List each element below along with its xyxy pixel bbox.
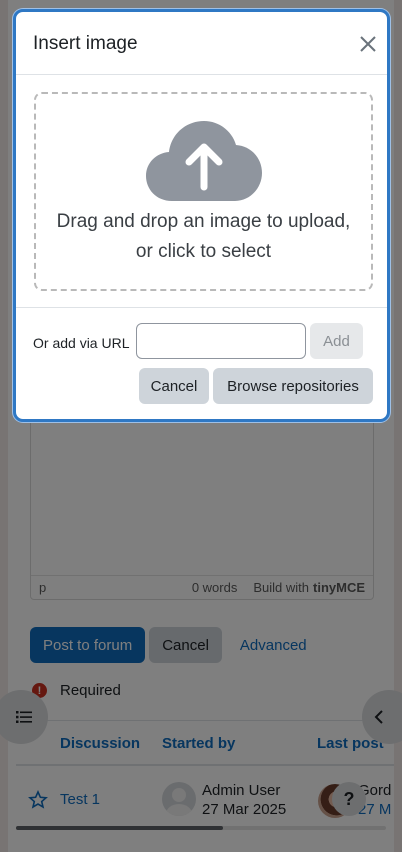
add-url-button[interactable]: Add [310,323,363,359]
browse-repositories-button[interactable]: Browse repositories [213,368,373,404]
modal-header: Insert image [16,12,387,75]
upload-dropzone[interactable]: Drag and drop an image to upload, or cli… [34,92,373,291]
url-label: Or add via URL [33,335,130,351]
close-icon[interactable] [357,33,379,55]
dropzone-instruction-line2: or click to select [135,241,272,262]
dropzone-instruction-line1: Drag and drop an image to upload, [56,211,351,232]
modal-cancel-button[interactable]: Cancel [139,368,209,404]
cloud-upload-icon [146,121,262,201]
modal-title: Insert image [33,33,138,54]
image-url-input[interactable] [136,323,306,359]
insert-image-dialog: Insert image Drag and drop an image to u… [13,9,390,422]
modal-divider [16,307,387,308]
